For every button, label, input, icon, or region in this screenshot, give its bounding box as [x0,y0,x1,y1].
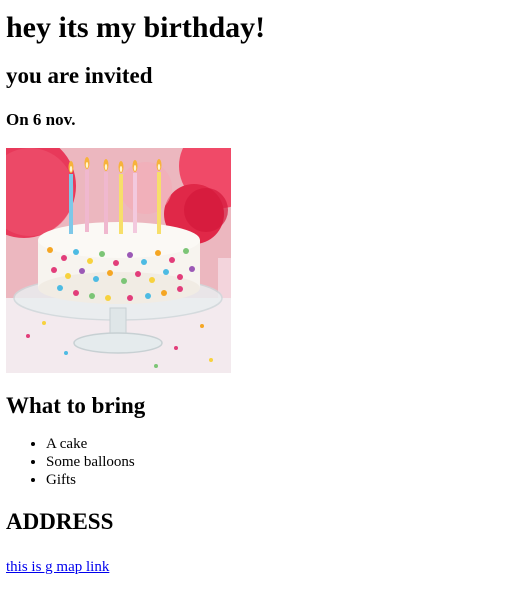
list-item: A cake [46,435,513,453]
event-date: On 6 nov. [6,110,76,129]
what-to-bring-heading: What to bring [6,393,146,418]
address-heading: ADDRESS [6,509,114,534]
list-item: Some balloons [46,453,513,471]
page: hey its my birthday! you are invited On … [0,8,521,576]
birthday-cake-image [6,148,231,373]
map-link[interactable]: this is g map link [6,558,109,576]
page-title: hey its my birthday! [6,11,266,44]
list-item: Gifts [46,471,513,489]
invite-subtitle: you are invited [6,63,153,88]
bring-list: A cake Some balloons Gifts [8,435,513,489]
